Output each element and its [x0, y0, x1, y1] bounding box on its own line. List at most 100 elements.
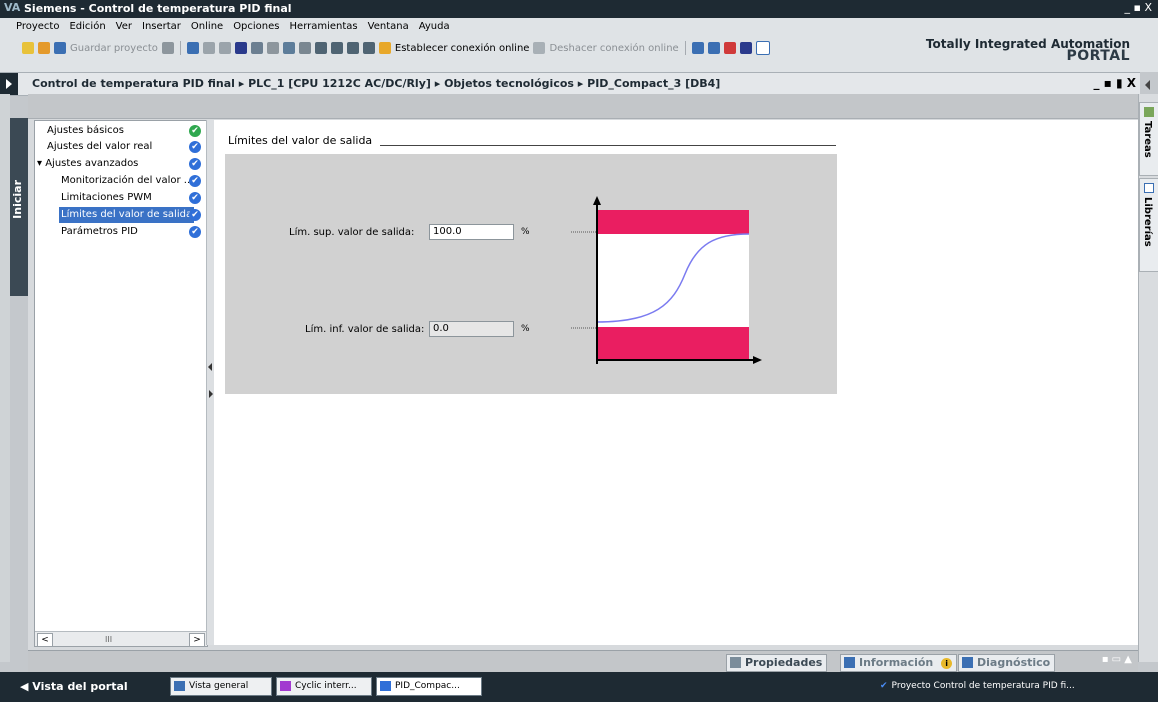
nav-item-parametros-pid[interactable]: Parámetros PID ✔ — [35, 224, 207, 240]
task-cyclic-interrupt[interactable]: Cyclic interr... — [276, 677, 372, 696]
menu-ayuda[interactable]: Ayuda — [419, 21, 450, 32]
delete-icon[interactable] — [234, 42, 247, 54]
nav-item-ajustes-basicos[interactable]: Ajustes básicos ✔ — [35, 123, 207, 139]
nav-item-monitorizacion[interactable]: Monitorización del valor ... ✔ — [35, 173, 207, 189]
status-message[interactable]: ✔ Proyecto Control de temperatura PID fi.… — [880, 681, 1075, 691]
redo-icon[interactable] — [266, 42, 279, 54]
status-message-text: Proyecto Control de temperatura PID fi..… — [891, 681, 1075, 691]
paste-icon[interactable] — [218, 42, 231, 54]
undo-icon[interactable] — [250, 42, 263, 54]
section-title: Límites del valor de salida — [228, 134, 373, 147]
branding-portal: PORTAL — [1066, 48, 1130, 64]
tab-librerias[interactable]: Librerías — [1139, 178, 1158, 272]
properties-icon — [730, 657, 741, 668]
tab-propiedades-label: Propiedades — [745, 656, 823, 669]
disconnect-online-button[interactable]: Deshacer conexión online — [549, 43, 678, 54]
tab-diagnostico-label: Diagnóstico — [977, 656, 1051, 669]
upload-icon[interactable] — [298, 42, 311, 54]
disconnect-online-icon[interactable] — [533, 42, 546, 54]
scroll-right-button[interactable]: > — [189, 633, 205, 647]
nav-item-label: Ajustes básicos — [47, 125, 124, 136]
tab-informacion[interactable]: Información i — [840, 654, 958, 672]
output-limits-panel: Lím. sup. valor de salida: 100.0 % Lím. … — [225, 154, 837, 394]
nav-item-label: Limitaciones PWM — [61, 192, 152, 203]
cut-icon[interactable] — [186, 42, 199, 54]
task-label: Vista general — [189, 681, 249, 691]
scroll-thumb[interactable]: III — [105, 635, 112, 644]
split-horizontal-icon[interactable] — [755, 41, 770, 55]
tab-informacion-label: Información — [859, 656, 934, 669]
editor-window-controls[interactable]: _ ▪ ▮ X — [1093, 76, 1136, 90]
nav-item-label: Monitorización del valor ... — [61, 175, 194, 186]
horizontal-scrollbar[interactable]: < III > — [35, 631, 207, 647]
collapse-left-icon[interactable] — [208, 363, 212, 371]
menu-online[interactable]: Online — [191, 21, 223, 32]
breadcrumb[interactable]: Control de temperatura PID final ▸ PLC_1… — [32, 77, 720, 90]
nav-item-ajustes-avanzados[interactable]: ▾ Ajustes avanzados ✔ — [35, 156, 207, 172]
tab-diagnostico[interactable]: Diagnóstico — [958, 654, 1056, 672]
tab-tareas[interactable]: Tareas — [1139, 102, 1158, 176]
expand-right-icon[interactable] — [209, 390, 213, 398]
task-vista-general[interactable]: Vista general — [170, 677, 272, 696]
task-label: Cyclic interr... — [295, 681, 357, 691]
task-cards-sidebar: Tareas Librerías — [1138, 94, 1158, 662]
compile-icon[interactable] — [314, 42, 327, 54]
upper-limit-band — [597, 210, 749, 234]
connect-online-button[interactable]: Establecer conexión online — [395, 43, 530, 54]
menu-ventana[interactable]: Ventana — [368, 21, 409, 32]
stop-cpu-icon[interactable] — [362, 42, 375, 54]
check-ok-icon: ✔ — [189, 226, 201, 238]
nav-item-limites-valor-salida[interactable]: Límites del valor de salida ✔ — [35, 207, 207, 223]
start-cpu-icon[interactable] — [346, 42, 359, 54]
overview-icon — [174, 681, 185, 691]
menu-insertar[interactable]: Insertar — [142, 21, 181, 32]
simulation-icon[interactable] — [330, 42, 343, 54]
accessible-devices-icon[interactable] — [691, 42, 704, 54]
tasks-icon — [1144, 107, 1154, 117]
save-icon[interactable] — [54, 42, 66, 54]
lower-limit-band — [597, 327, 749, 360]
menu-herramientas[interactable]: Herramientas — [290, 21, 358, 32]
nav-item-label: Ajustes del valor real — [47, 141, 153, 152]
cyclic-interrupt-icon — [280, 681, 291, 691]
download-icon[interactable] — [282, 42, 295, 54]
split-editor-icon[interactable] — [723, 42, 736, 54]
print-icon[interactable] — [161, 42, 174, 54]
inspector-window-controls[interactable]: ▪ ▭ ▲ — [1102, 654, 1132, 665]
new-project-icon[interactable] — [22, 42, 34, 54]
title-bar: VA Siemens - Control de temperatura PID … — [0, 0, 1158, 18]
task-pid-compact[interactable]: PID_Compac... — [376, 677, 482, 696]
menu-edicion[interactable]: Edición — [69, 21, 105, 32]
project-tree-toggle[interactable] — [0, 73, 18, 95]
close-editor-icon[interactable] — [739, 42, 752, 54]
section-divider — [380, 145, 836, 146]
diagnostics-icon — [962, 657, 973, 668]
check-ok-icon: ✔ — [189, 158, 201, 170]
info-icon — [844, 657, 855, 668]
cross-reference-icon[interactable] — [707, 42, 720, 54]
pid-compact-icon — [380, 681, 391, 691]
copy-icon[interactable] — [202, 42, 215, 54]
toolbar-separator — [179, 41, 181, 55]
collapse-arrow-icon[interactable] — [1145, 80, 1150, 90]
scroll-left-button[interactable]: < — [37, 633, 53, 647]
window-controls[interactable]: _ ▪ X — [1125, 1, 1152, 14]
nav-item-ajustes-valor-real[interactable]: Ajustes del valor real ✔ — [35, 139, 207, 155]
breadcrumb-bar: Control de temperatura PID final ▸ PLC_1… — [0, 72, 1140, 96]
tab-propiedades[interactable]: Propiedades — [726, 654, 828, 672]
left-strip — [0, 94, 10, 662]
save-project-button[interactable]: Guardar proyecto — [70, 43, 158, 54]
tab-iniciar[interactable]: Iniciar — [10, 118, 28, 296]
open-project-icon[interactable] — [38, 42, 50, 54]
menu-opciones[interactable]: Opciones — [233, 21, 279, 32]
toolbar-separator — [684, 41, 686, 55]
menu-ver[interactable]: Ver — [116, 21, 132, 32]
check-ok-icon: ✔ — [189, 209, 201, 221]
tab-iniciar-label: Iniciar — [11, 180, 24, 219]
menu-proyecto[interactable]: Proyecto — [16, 21, 59, 32]
nav-item-limitaciones-pwm[interactable]: Limitaciones PWM ✔ — [35, 190, 207, 206]
connect-online-icon[interactable] — [378, 42, 391, 54]
tab-tareas-label: Tareas — [1142, 121, 1153, 158]
portal-view-link[interactable]: ◀ Vista del portal — [20, 680, 128, 693]
y-axis-arrow-icon — [593, 196, 601, 205]
